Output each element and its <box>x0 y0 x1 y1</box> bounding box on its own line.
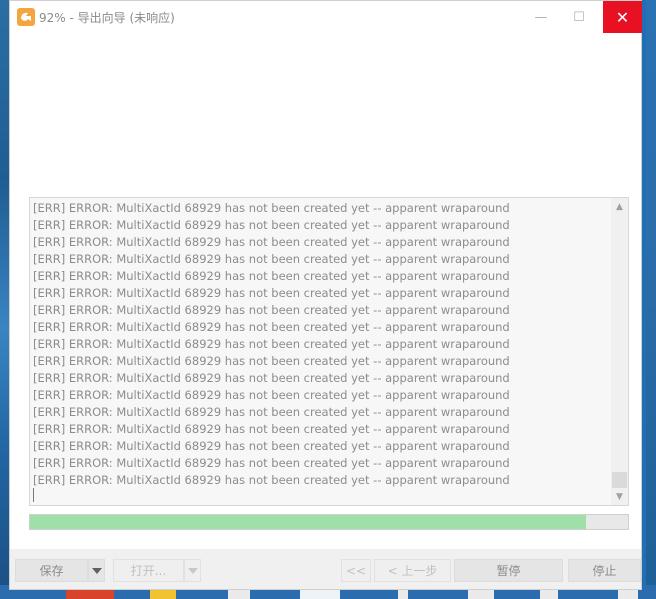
first-page-label: << <box>345 563 367 578</box>
log-line: [ERR] ERROR: MultiXactId 68929 has not b… <box>33 320 510 334</box>
window-title: 92% - 导出向导 (未响应) <box>39 11 175 25</box>
scroll-down-arrow-icon[interactable]: ▼ <box>611 488 628 505</box>
open-button-label: 打开... <box>130 564 167 578</box>
minimize-icon: — <box>534 9 548 25</box>
log-line: [ERR] ERROR: MultiXactId 68929 has not b… <box>33 269 510 283</box>
save-button[interactable]: 保存 <box>15 559 88 582</box>
taskbar-app-icon[interactable] <box>150 590 176 599</box>
log-line: [ERR] ERROR: MultiXactId 68929 has not b… <box>33 422 510 436</box>
button-bar: 保存 打开... << < 上一步 暂停 停止 <box>10 549 641 589</box>
pause-button-label: 暂停 <box>496 564 521 578</box>
taskbar-app-icon[interactable] <box>398 590 408 599</box>
first-page-button[interactable]: << <box>341 559 371 582</box>
app-icon <box>17 8 35 26</box>
close-icon: ✕ <box>615 7 630 27</box>
log-lines: [ERR] ERROR: MultiXactId 68929 has not b… <box>32 200 610 489</box>
log-scrollbar[interactable]: ▲ ▼ <box>611 198 628 505</box>
log-line: [ERR] ERROR: MultiXactId 68929 has not b… <box>33 388 510 402</box>
previous-step-button[interactable]: < 上一步 <box>374 559 451 582</box>
save-dropdown-button[interactable] <box>88 559 105 582</box>
text-caret <box>33 488 34 502</box>
log-line: [ERR] ERROR: MultiXactId 68929 has not b… <box>33 439 510 453</box>
save-button-label: 保存 <box>39 564 64 578</box>
title-bar[interactable]: 92% - 导出向导 (未响应) — ☐ ✕ <box>10 1 642 33</box>
pause-button[interactable]: 暂停 <box>454 559 563 582</box>
stop-button-label: 停止 <box>592 564 617 578</box>
open-button[interactable]: 打开... <box>113 559 184 582</box>
taskbar-app-icon[interactable] <box>228 590 250 599</box>
scroll-up-arrow-icon[interactable]: ▲ <box>611 198 628 215</box>
taskbar-app-icon[interactable] <box>66 590 114 599</box>
progress-bar <box>29 514 629 530</box>
log-textarea[interactable]: [ERR] ERROR: MultiXactId 68929 has not b… <box>29 197 629 506</box>
previous-step-label: < 上一步 <box>387 564 438 578</box>
progress-bar-fill <box>30 515 587 529</box>
log-line: [ERR] ERROR: MultiXactId 68929 has not b… <box>33 354 510 368</box>
log-line: [ERR] ERROR: MultiXactId 68929 has not b… <box>33 405 510 419</box>
open-dropdown-button[interactable] <box>184 559 201 582</box>
close-button[interactable]: ✕ <box>603 1 642 33</box>
maximize-icon: ☐ <box>573 9 585 25</box>
log-line: [ERR] ERROR: MultiXactId 68929 has not b… <box>33 337 510 351</box>
log-line: [ERR] ERROR: MultiXactId 68929 has not b… <box>33 218 510 232</box>
log-line: [ERR] ERROR: MultiXactId 68929 has not b… <box>33 286 510 300</box>
taskbar-app-icon[interactable] <box>618 590 638 599</box>
minimize-button[interactable]: — <box>522 1 560 33</box>
chevron-down-icon <box>187 567 198 574</box>
stop-button[interactable]: 停止 <box>568 559 641 582</box>
log-line: [ERR] ERROR: MultiXactId 68929 has not b… <box>33 473 510 487</box>
log-line: [ERR] ERROR: MultiXactId 68929 has not b… <box>33 235 510 249</box>
log-line: [ERR] ERROR: MultiXactId 68929 has not b… <box>33 456 510 470</box>
taskbar-app-icon[interactable] <box>540 590 558 599</box>
desktop-background-right <box>646 0 656 599</box>
log-line: [ERR] ERROR: MultiXactId 68929 has not b… <box>33 371 510 385</box>
taskbar-app-icon[interactable] <box>468 590 494 599</box>
export-wizard-window: 92% - 导出向导 (未响应) — ☐ ✕ [ERR] ERROR: Mult… <box>9 0 642 590</box>
scrollbar-thumb[interactable] <box>612 472 627 488</box>
log-line: [ERR] ERROR: MultiXactId 68929 has not b… <box>33 303 510 317</box>
chevron-down-icon <box>91 567 102 574</box>
wizard-content: [ERR] ERROR: MultiXactId 68929 has not b… <box>10 33 641 549</box>
log-line: [ERR] ERROR: MultiXactId 68929 has not b… <box>33 201 510 215</box>
maximize-button[interactable]: ☐ <box>560 1 598 33</box>
taskbar-app-icon[interactable] <box>300 590 340 599</box>
log-line: [ERR] ERROR: MultiXactId 68929 has not b… <box>33 252 510 266</box>
